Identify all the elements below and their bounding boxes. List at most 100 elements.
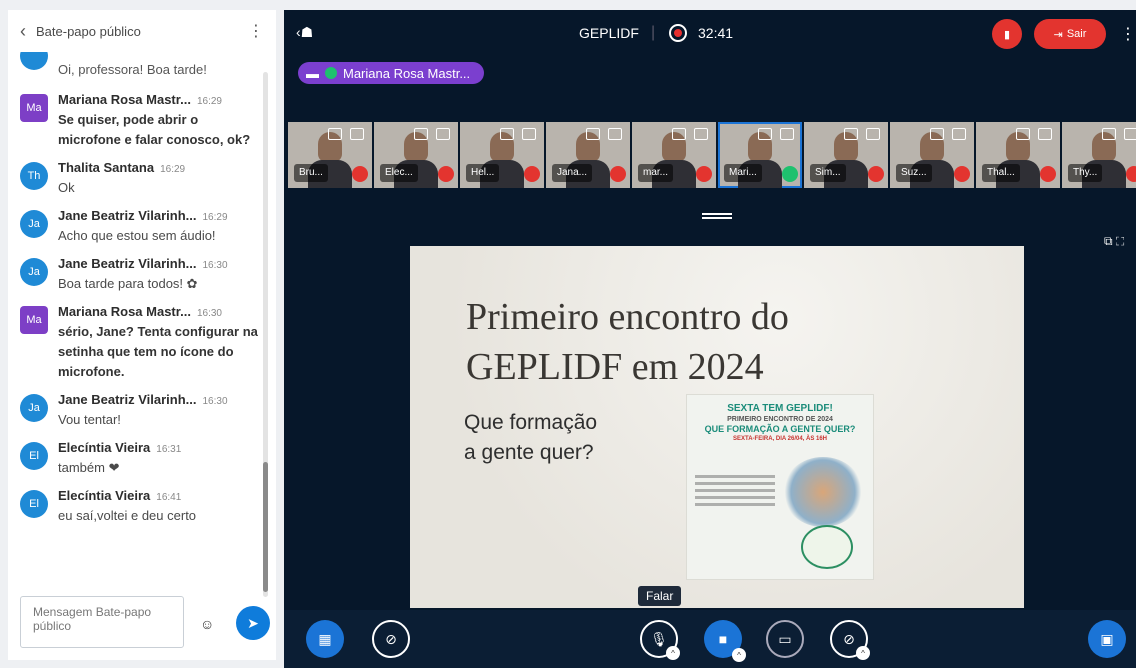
layout-button[interactable]: ▣ — [1088, 620, 1126, 658]
avatar: Ja — [20, 394, 48, 422]
popout-icon[interactable] — [844, 128, 858, 140]
list-item: Ja Jane Beatriz Vilarinh... 16:30 Vou tenta… — [8, 388, 264, 436]
popout-icon[interactable] — [586, 128, 600, 140]
participant-name: Thy... — [1068, 164, 1103, 182]
emoji-icon[interactable]: ☺ — [200, 616, 214, 632]
avatar: El — [20, 490, 48, 518]
message-meta: Jane Beatriz Vilarinh... 16:30 — [58, 392, 264, 407]
resize-handle[interactable] — [702, 213, 732, 219]
participant-tile[interactable]: Hel... — [460, 122, 544, 188]
fullscreen-icon[interactable] — [1038, 128, 1052, 140]
bottom-control-bar: ▦ ⊘ 🎙 ^ ■ ^ ▭ ⊘ ^ ▣ — [284, 610, 1136, 668]
message-time: 16:29 — [160, 164, 186, 175]
fullscreen-icon[interactable] — [694, 128, 708, 140]
participant-name: Jana... — [552, 164, 593, 182]
participant-tile[interactable]: Suz... — [890, 122, 974, 188]
popout-icon[interactable] — [1102, 128, 1116, 140]
presentation-toggle-button[interactable]: ⊘ — [372, 620, 410, 658]
message-text: sério, Jane? Tenta configurar na setinha… — [58, 324, 258, 379]
poster-line: QUE FORMAÇÃO A GENTE QUER? — [704, 424, 856, 434]
participant-tile[interactable]: Elec... — [374, 122, 458, 188]
mic-on-icon — [782, 166, 798, 182]
message-text: eu saí,voltei e deu certo — [58, 508, 197, 523]
participant-tile[interactable]: Bru... — [288, 122, 372, 188]
avatar: Ja — [20, 210, 48, 238]
participant-tile[interactable]: Thy... — [1062, 122, 1136, 188]
back-chevron-icon[interactable]: ‹ — [20, 21, 26, 42]
popout-icon[interactable] — [1016, 128, 1030, 140]
scrollbar-thumb[interactable] — [263, 462, 268, 592]
avatar — [20, 52, 48, 70]
participant-name: Thal... — [982, 164, 1020, 182]
chat-title: Bate-papo público — [36, 23, 141, 39]
list-item: Th Thalita Santana 16:29 Ok — [8, 156, 264, 204]
participant-tile[interactable]: Mari... — [718, 122, 802, 188]
message-meta: Jane Beatriz Vilarinh... 16:30 — [58, 256, 264, 271]
message-meta: Mariana Rosa Mastr... 16:29 — [58, 92, 264, 107]
message-author: Jane Beatriz Vilarinh... — [58, 208, 197, 223]
leave-button[interactable]: ⇥ Sair — [1034, 19, 1106, 49]
poster-heading: SEXTA TEM GEPLIDF! — [727, 403, 833, 414]
poster-text-block — [695, 475, 775, 510]
popout-icon[interactable] — [672, 128, 686, 140]
slide-fullscreen-icon[interactable]: ⧉ ⛶ — [1104, 234, 1124, 249]
chat-scrollbar[interactable] — [263, 72, 268, 597]
fullscreen-icon[interactable] — [1124, 128, 1136, 140]
fullscreen-icon[interactable] — [780, 128, 794, 140]
popout-icon[interactable] — [758, 128, 772, 140]
fullscreen-icon[interactable] — [436, 128, 450, 140]
connection-status-button[interactable]: ▮ — [992, 19, 1022, 49]
fullscreen-icon[interactable] — [952, 128, 966, 140]
message-author: Elecíntia Vieira — [58, 440, 151, 455]
event-poster: SEXTA TEM GEPLIDF! PRIMEIRO ENCONTRO DE … — [686, 394, 874, 580]
fullscreen-icon[interactable] — [522, 128, 536, 140]
fullscreen-icon[interactable] — [866, 128, 880, 140]
message-text: também ❤ — [58, 460, 120, 475]
slide-subtitle-line: Que formação — [464, 411, 598, 434]
chat-options-icon[interactable]: ⋮ — [248, 21, 264, 41]
popout-icon[interactable] — [328, 128, 342, 140]
actions-button[interactable]: ▦ — [306, 620, 344, 658]
message-meta: Elecíntia Vieira 16:31 — [58, 440, 264, 455]
popout-icon[interactable] — [930, 128, 944, 140]
mic-muted-icon — [352, 166, 368, 182]
fullscreen-icon[interactable] — [350, 128, 364, 140]
presentation-off-icon: ⊘ — [385, 630, 397, 647]
participant-tile[interactable]: mar... — [632, 122, 716, 188]
send-icon: ➤ — [247, 614, 259, 631]
chevron-up-icon[interactable]: ^ — [666, 646, 680, 660]
participant-tile[interactable]: Jana... — [546, 122, 630, 188]
microphone-button[interactable]: 🎙 ^ — [640, 620, 680, 660]
audio-button[interactable]: ⊘ ^ — [830, 620, 870, 660]
avatar: Ja — [20, 258, 48, 286]
layout-icon: ▣ — [1100, 630, 1114, 647]
participant-tile[interactable]: Sim... — [804, 122, 888, 188]
send-button[interactable]: ➤ — [236, 606, 270, 640]
share-screen-button[interactable]: ▭ — [766, 620, 804, 658]
fullscreen-icon[interactable] — [608, 128, 622, 140]
list-item: Ma Mariana Rosa Mastr... 16:29 Se quiser, p… — [8, 88, 264, 156]
chevron-up-icon[interactable]: ^ — [732, 648, 746, 662]
popout-icon[interactable] — [414, 128, 428, 140]
participant-tile[interactable]: Thal... — [976, 122, 1060, 188]
message-time: 16:30 — [196, 308, 222, 319]
message-author: Mariana Rosa Mastr... — [58, 92, 191, 107]
message-text: Se quiser, pode abrir o microfone e fala… — [58, 112, 251, 147]
poster-date: SEXTA-FEIRA, DIA 26/04, ÀS 16H — [732, 436, 828, 442]
chat-message-list: Oi, professora! Boa tarde! Ma Mariana Ros… — [8, 52, 264, 597]
participant-name: Suz... — [896, 164, 932, 182]
recording-icon[interactable] — [669, 24, 687, 42]
chevron-up-icon[interactable]: ^ — [856, 646, 870, 660]
chat-header: ‹ Bate-papo público ⋮ — [8, 10, 276, 52]
recording-timer: 32:41 — [698, 25, 734, 41]
users-toggle-icon[interactable]: ‹☗ — [296, 24, 313, 41]
chat-message-input[interactable]: Mensagem Bate-papo público — [20, 596, 184, 648]
more-options-icon[interactable]: ⋮ — [1120, 24, 1136, 44]
message-author: Elecíntia Vieira — [58, 488, 151, 503]
avatar: Ma — [20, 306, 48, 334]
audio-off-icon: ⊘ — [843, 630, 855, 647]
popout-icon[interactable] — [500, 128, 514, 140]
message-meta: Mariana Rosa Mastr... 16:30 — [58, 304, 264, 319]
message-author: Thalita Santana — [58, 160, 155, 175]
camera-button[interactable]: ■ ^ — [704, 620, 746, 662]
